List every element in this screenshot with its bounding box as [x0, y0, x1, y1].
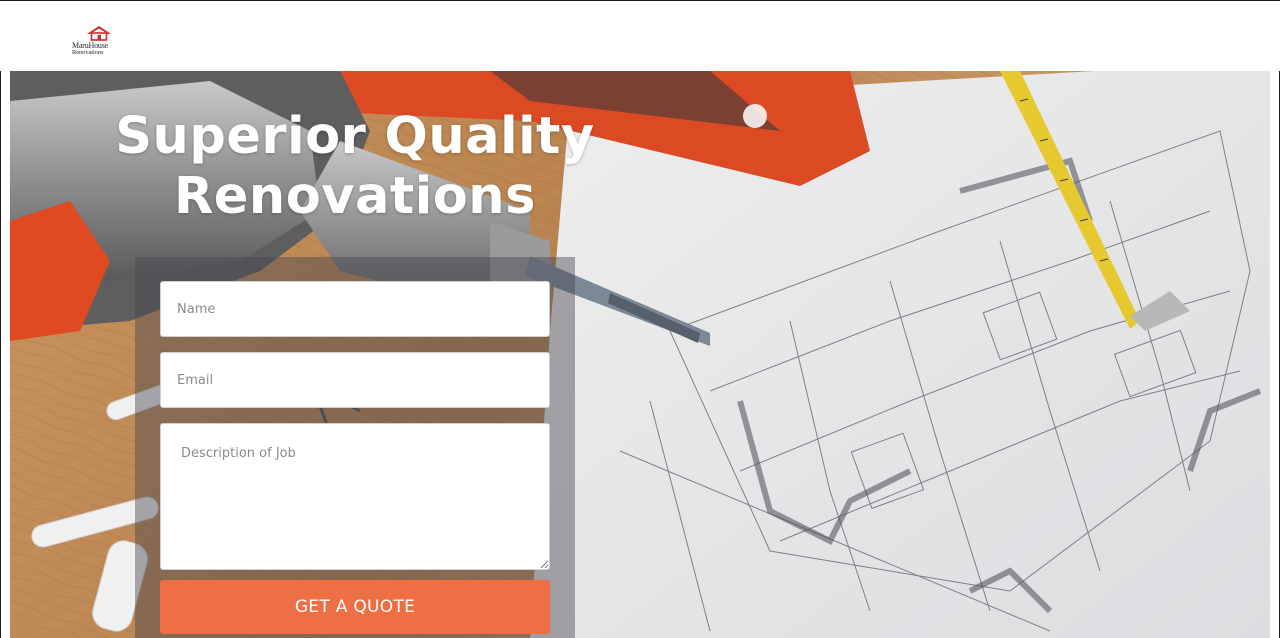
get-a-quote-button[interactable]: GET A QUOTE — [160, 580, 550, 634]
quote-form: GET A QUOTE — [135, 257, 575, 638]
hero-section: Superior Quality Renovations GET A QUOTE — [10, 71, 1270, 638]
logo-link[interactable]: MaruHouse Renovations — [72, 25, 128, 59]
email-input[interactable] — [160, 352, 550, 408]
logo-tagline: Renovations — [72, 49, 104, 56]
hero-title-line2: Renovations — [174, 167, 536, 226]
hero-title-line1: Superior Quality — [115, 107, 595, 166]
name-input[interactable] — [160, 281, 550, 337]
job-description-textarea[interactable] — [160, 423, 550, 570]
site-header: MaruHouse Renovations — [0, 1, 1280, 71]
hero-title: Superior Quality Renovations — [95, 107, 615, 227]
house-roof-icon — [87, 26, 111, 41]
